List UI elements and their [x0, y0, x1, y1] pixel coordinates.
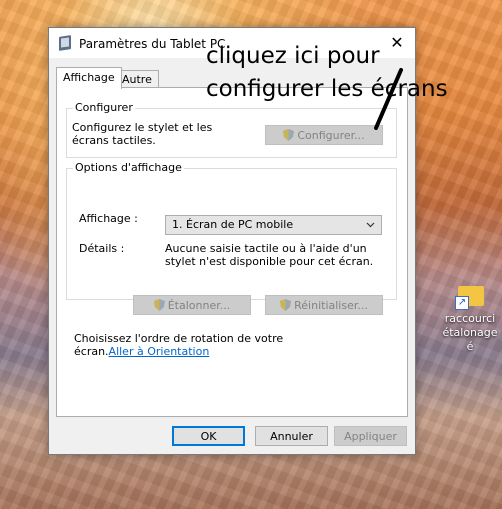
display-label: Affichage : [79, 212, 138, 225]
reset-button[interactable]: Réinitialiser... [265, 295, 383, 315]
apply-button[interactable]: Appliquer [334, 426, 407, 446]
tablet-settings-icon [59, 35, 71, 51]
configure-button[interactable]: Configurer... [265, 125, 383, 145]
chevron-down-icon [366, 222, 375, 228]
window-title: Paramètres du Tablet PC [79, 37, 226, 51]
orientation-text: Choisissez l'ordre de rotation de votre … [74, 332, 344, 358]
orientation-link[interactable]: Aller à Orientation [109, 345, 210, 358]
details-text: Aucune saisie tactile ou à l'aide d'un s… [165, 242, 374, 268]
configure-button-label: Configurer... [297, 129, 365, 142]
configure-group: Configurer Configurez le stylet et les é… [66, 101, 397, 158]
display-select-value: 1. Écran de PC mobile [172, 218, 294, 231]
shield-icon [153, 299, 165, 311]
shield-icon [283, 129, 295, 141]
desktop-shortcut-label: raccourci étalonage é [442, 312, 498, 353]
cancel-button[interactable]: Annuler [255, 426, 328, 446]
annotation-text: cliquez ici pour configurer les écrans [206, 43, 448, 102]
folder-shortcut-icon: ↗ [455, 282, 485, 310]
display-select[interactable]: 1. Écran de PC mobile [165, 215, 382, 235]
display-options-legend: Options d'affichage [73, 161, 184, 174]
ok-button[interactable]: OK [172, 426, 245, 446]
details-label: Détails : [79, 242, 125, 255]
shield-icon [280, 299, 292, 311]
configure-group-legend: Configurer [73, 101, 135, 114]
tab-affichage[interactable]: Affichage [56, 67, 122, 89]
desktop-shortcut[interactable]: ↗ raccourci étalonage é [438, 282, 502, 354]
tab-panel: Configurer Configurez le stylet et les é… [56, 87, 408, 417]
calibrate-button[interactable]: Étalonner... [133, 295, 251, 315]
calibrate-button-label: Étalonner... [167, 299, 231, 312]
configure-description: Configurez le stylet et les écrans tacti… [72, 121, 213, 147]
reset-button-label: Réinitialiser... [294, 299, 368, 312]
